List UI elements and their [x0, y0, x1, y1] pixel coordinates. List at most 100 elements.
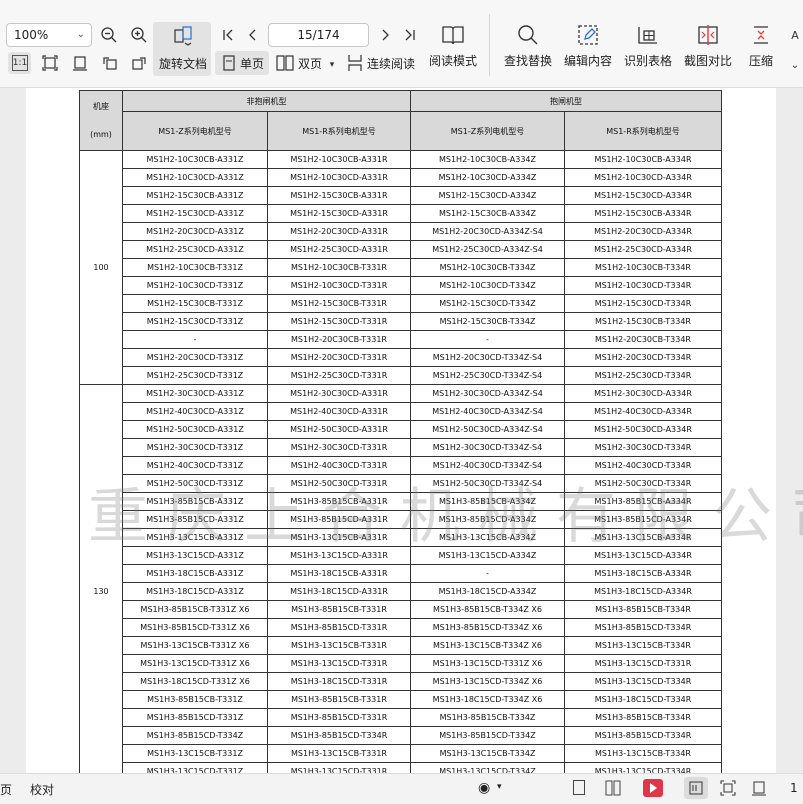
table-row: MS1H3-85B15CB-A331Z MS1H3-85B15CB-A331R MS…: [80, 492, 722, 511]
continuous-read-button[interactable]: 连续阅读: [367, 55, 415, 72]
edit-content-label: 编辑内容: [563, 54, 612, 68]
table-row: MS1H2-30C30CD-T331Z MS1H2-30C30CD-T331R MS…: [80, 438, 722, 457]
model-cell: MS1H3-13C15CD-T331R: [267, 654, 411, 673]
model-cell: MS1H3-85B15CB-A331Z: [122, 492, 268, 511]
status-bar: 页 校对 ◉ ▾ 1: [0, 773, 803, 804]
last-page-icon[interactable]: [400, 25, 420, 45]
model-cell: MS1H3-85B15CD-T331R: [267, 618, 411, 637]
table-row: MS1H3-85B15CD-T331Z X6 MS1H3-85B15CD-T331…: [80, 618, 722, 637]
table-row: MS1H2-10C30CD-A331Z MS1H2-10C30CD-A331R MS…: [80, 168, 722, 187]
rotate-right-icon[interactable]: [129, 53, 149, 73]
table-row: MS1H3-18C15CD-A331Z MS1H3-18C15CD-A331R MS…: [80, 582, 722, 601]
model-cell: MS1H2-20C30CB-T331R: [267, 330, 411, 349]
chevron-down-icon[interactable]: ▾: [497, 782, 502, 792]
model-cell: -: [122, 330, 268, 349]
find-replace-label: 查找替换: [503, 54, 552, 68]
model-cell: MS1H2-20C30CD-A331R: [267, 222, 411, 241]
model-cell: MS1H2-30C30CD-T334Z-S4: [410, 438, 565, 457]
model-cell: MS1H2-10C30CB-A334Z: [410, 150, 565, 169]
model-cell: MS1H2-10C30CD-A331Z: [122, 168, 268, 187]
rotate-doc-icon[interactable]: [172, 24, 194, 46]
table-body: 100 MS1H2-10C30CB-A331Z MS1H2-10C30CB-A331…: [79, 150, 722, 773]
first-page-icon[interactable]: [218, 25, 238, 45]
model-cell: MS1H3-85B15CD-T331Z X6: [122, 618, 268, 637]
chevron-down-icon[interactable]: ⌄: [787, 55, 803, 75]
model-cell: MS1H2-25C30CD-T331Z: [122, 366, 268, 385]
model-cell: MS1H3-18C15CD-A331R: [267, 582, 411, 601]
table-row: 100 MS1H2-10C30CB-A331Z MS1H2-10C30CB-A331…: [79, 150, 722, 385]
model-cell: MS1H2-10C30CD-T331Z: [122, 276, 268, 295]
zoom-select[interactable]: 100% ⌄: [6, 23, 92, 47]
zoom-out-icon[interactable]: [99, 25, 119, 45]
model-cell: MS1H3-13C15CB-T331R: [267, 636, 411, 655]
model-cell: MS1H2-50C30CD-A331R: [267, 420, 411, 439]
frame-size-cell: 100: [79, 150, 123, 385]
read-mode-button[interactable]: 阅读模式: [425, 22, 481, 69]
fit-page-icon[interactable]: [720, 780, 736, 799]
model-cell: MS1H2-10C30CD-A334Z: [410, 168, 565, 187]
model-cell: MS1H2-10C30CB-A334R: [564, 150, 722, 169]
model-cell: MS1H2-20C30CB-T334R: [564, 330, 722, 349]
table-row: MS1H3-85B15CB-T331Z MS1H3-85B15CB-T331R MS…: [80, 690, 722, 709]
table-recognize-icon: [620, 22, 676, 48]
page-number-input[interactable]: 15/174: [268, 23, 369, 47]
chevron-down-icon[interactable]: ▾: [322, 55, 342, 75]
single-page-button[interactable]: 单页: [240, 55, 264, 72]
model-cell: MS1H2-15C30CB-A331R: [267, 186, 411, 205]
table-row: MS1H2-20C30CD-T331Z MS1H2-20C30CD-T331R MS…: [80, 348, 722, 367]
single-page-view-icon[interactable]: [573, 780, 585, 795]
fit-page-icon[interactable]: [40, 53, 60, 73]
frame-header: 机座 (mm): [79, 90, 123, 151]
model-cell: MS1H3-13C15CD-A334Z: [410, 546, 565, 565]
table-row: 130 MS1H2-30C30CD-A331Z MS1H2-30C30CD-A331…: [79, 384, 722, 773]
model-cell: MS1H3-85B15CD-T331Z: [122, 708, 268, 727]
model-cell: MS1H2-15C30CD-T334R: [564, 294, 722, 313]
play-icon[interactable]: [643, 779, 663, 797]
double-page-view-icon[interactable]: [605, 780, 621, 799]
model-cell: MS1H3-85B15CB-T331Z X6: [122, 600, 268, 619]
actual-size-icon[interactable]: 1:1: [12, 55, 28, 71]
fit-width-icon[interactable]: [751, 780, 767, 799]
model-cell: MS1H3-13C15CD-T334Z X6: [410, 672, 565, 691]
model-cell: MS1H2-20C30CD-A331Z: [122, 222, 268, 241]
model-cell: MS1H2-15C30CB-T331Z: [122, 294, 268, 313]
model-cell: MS1H3-85B15CB-T334Z X6: [410, 600, 565, 619]
table-row: MS1H2-15C30CB-T331Z MS1H2-15C30CB-T331R MS…: [80, 294, 722, 313]
more-tools-icon[interactable]: A: [787, 25, 803, 45]
next-page-icon[interactable]: [375, 25, 395, 45]
recognize-table-button[interactable]: 识别表格: [620, 22, 676, 69]
model-cell: MS1H2-40C30CD-A331R: [267, 402, 411, 421]
zoom-in-icon[interactable]: [129, 25, 149, 45]
table-row: MS1H3-85B15CB-T331Z X6 MS1H3-85B15CB-T331…: [80, 600, 722, 619]
model-cell: MS1H2-10C30CD-T331R: [267, 276, 411, 295]
fit-width-icon[interactable]: [70, 53, 90, 73]
continuous-view-icon[interactable]: [689, 781, 703, 798]
screenshot-compare-button[interactable]: 截图对比: [680, 22, 736, 69]
table-row: MS1H2-15C30CB-A331Z MS1H2-15C30CB-A331R MS…: [80, 186, 722, 205]
rotate-doc-button[interactable]: 旋转文档: [159, 55, 207, 72]
page-label: 页: [0, 783, 13, 797]
compress-button[interactable]: 压缩: [733, 22, 789, 69]
double-page-icon: [275, 53, 295, 73]
model-cell: MS1H2-15C30CD-T331R: [267, 312, 411, 331]
proofread-button[interactable]: 校对: [30, 781, 54, 798]
model-cell: MS1H3-85B15CB-A331R: [267, 492, 411, 511]
model-cell: MS1H3-18C15CD-A334Z: [410, 582, 565, 601]
model-cell: MS1H3-18C15CD-T334R: [564, 690, 722, 709]
find-replace-button[interactable]: 查找替换: [500, 22, 556, 69]
model-cell: MS1H2-15C30CB-T334Z: [410, 312, 565, 331]
model-cell: MS1H3-85B15CD-A334R: [564, 510, 722, 529]
model-cell: MS1H3-13C15CB-A334Z: [410, 528, 565, 547]
col-r-header: MS1-R系列电机型号: [267, 111, 411, 151]
rotate-left-icon[interactable]: [100, 53, 120, 73]
edit-content-button[interactable]: 编辑内容: [560, 22, 616, 69]
model-cell: MS1H3-85B15CD-T334R: [267, 726, 411, 745]
double-page-button[interactable]: 双页: [298, 55, 322, 72]
prev-page-icon[interactable]: [243, 25, 263, 45]
model-cell: MS1H3-13C15CB-T334R: [564, 636, 722, 655]
document-viewport[interactable]: 机座 (mm) 非抱闸机型 抱闸机型 MS1-Z系列电机型号 MS1-R系列电机…: [0, 88, 803, 773]
eye-icon[interactable]: ◉: [478, 780, 490, 796]
compare-icon: [680, 22, 736, 48]
model-cell: MS1H3-85B15CD-T334R: [564, 618, 722, 637]
model-cell: MS1H2-50C30CD-T334Z-S4: [410, 474, 565, 493]
